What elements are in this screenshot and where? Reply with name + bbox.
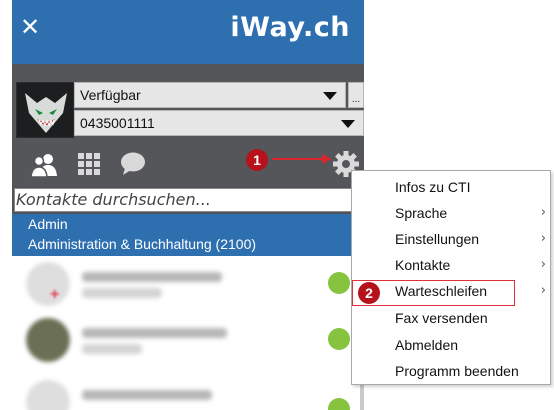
top-bar: ✕ iWay.ch bbox=[12, 0, 364, 64]
availability-value: Verfügbar bbox=[80, 87, 141, 103]
chevron-down-icon bbox=[323, 92, 337, 100]
contact-name-blurred bbox=[82, 328, 232, 358]
annotation-badge: 2 bbox=[358, 282, 380, 304]
menu-item-send-fax[interactable]: Fax versenden bbox=[352, 305, 550, 331]
more-options-button[interactable]: ... bbox=[348, 82, 364, 108]
chevron-right-icon: › bbox=[540, 231, 546, 246]
users-icon[interactable] bbox=[30, 152, 60, 178]
phone-icon[interactable] bbox=[328, 328, 350, 350]
list-item[interactable] bbox=[12, 374, 364, 410]
list-item[interactable] bbox=[12, 312, 364, 366]
menu-item-logout[interactable]: Abmelden bbox=[352, 332, 550, 358]
number-select[interactable]: 0435001111 bbox=[74, 110, 364, 136]
contact-name-blurred bbox=[82, 272, 232, 302]
menu-item-info[interactable]: Infos zu CTI bbox=[352, 174, 550, 200]
chevron-right-icon: › bbox=[540, 257, 546, 272]
avatar bbox=[26, 318, 70, 362]
busy-icon: + bbox=[50, 286, 60, 303]
phone-icon[interactable] bbox=[328, 398, 350, 410]
menu-item-contacts[interactable]: Kontakte › bbox=[352, 252, 550, 278]
context-menu: Infos zu CTI Sprache › Einstellungen › Kon… bbox=[351, 170, 551, 385]
search-input[interactable]: Kontakte durchsuchen... bbox=[14, 188, 360, 212]
avatar[interactable] bbox=[16, 82, 74, 138]
contact-name-blurred bbox=[82, 390, 232, 410]
close-icon[interactable]: ✕ bbox=[20, 14, 42, 40]
chevron-right-icon: › bbox=[540, 283, 546, 298]
availability-select[interactable]: Verfügbar bbox=[74, 82, 346, 108]
arrow-right-icon bbox=[272, 154, 332, 164]
list-item[interactable]: + bbox=[12, 256, 364, 310]
chevron-right-icon: › bbox=[540, 205, 546, 220]
cti-panel: ✕ iWay.ch Verfügbar ... 0435001111 Konta… bbox=[12, 0, 364, 410]
contact-list: + bbox=[12, 256, 364, 410]
app-logo: iWay.ch bbox=[230, 12, 350, 43]
number-value: 0435001111 bbox=[80, 115, 155, 131]
group-header[interactable]: Admin Administration & Buchhaltung (2100… bbox=[12, 214, 364, 256]
chevron-down-icon bbox=[341, 120, 355, 128]
group-subtitle: Administration & Buchhaltung (2100) bbox=[28, 236, 257, 252]
phone-icon[interactable] bbox=[328, 272, 350, 294]
avatar bbox=[26, 380, 70, 410]
menu-item-exit[interactable]: Programm beenden bbox=[352, 358, 550, 384]
group-name: Admin bbox=[28, 216, 68, 232]
chat-icon[interactable] bbox=[120, 152, 146, 176]
menu-item-settings[interactable]: Einstellungen › bbox=[352, 226, 550, 252]
dialpad-icon[interactable] bbox=[77, 152, 101, 176]
annotation-badge: 1 bbox=[246, 149, 268, 171]
menu-item-language[interactable]: Sprache › bbox=[352, 200, 550, 226]
